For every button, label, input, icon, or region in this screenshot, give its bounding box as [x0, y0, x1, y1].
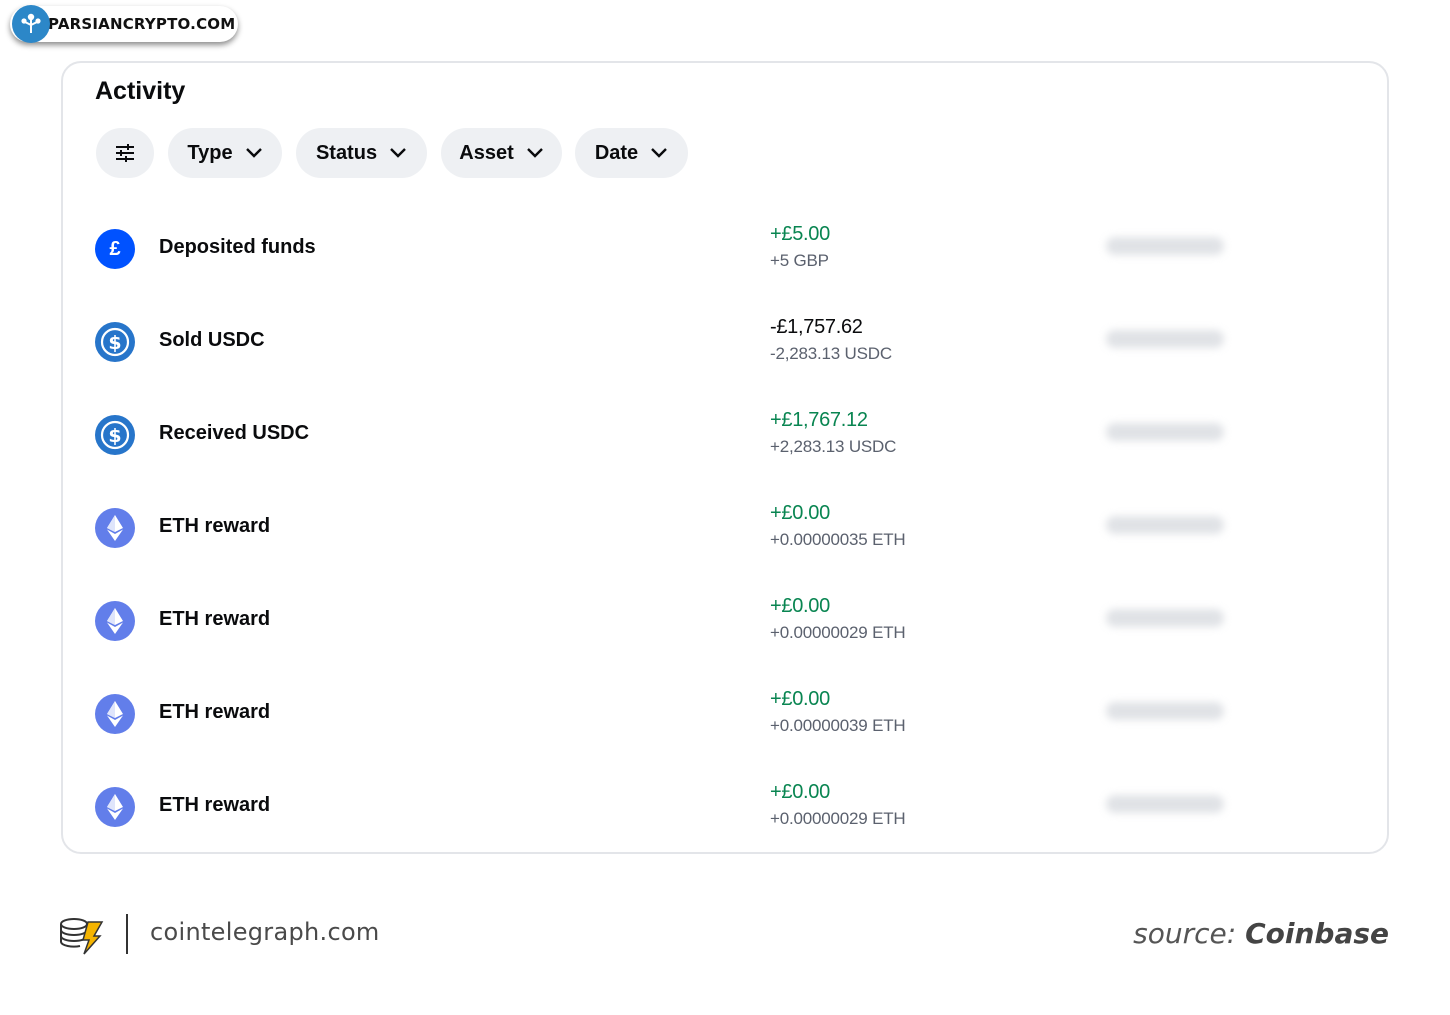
svg-text:$: $	[108, 425, 121, 447]
blurred-date	[1106, 423, 1224, 441]
chevron-down-icon	[651, 148, 668, 158]
activity-row-amount: +£0.00	[770, 781, 830, 803]
activity-row[interactable]: ETH reward +£0.00 +0.00000029 ETH	[63, 761, 1387, 854]
activity-row[interactable]: £ Deposited funds +£5.00 +5 GBP	[63, 203, 1387, 296]
filter-date-dropdown[interactable]: Date	[575, 128, 688, 178]
activity-row-amount: +£5.00	[770, 223, 830, 245]
activity-row-title: ETH reward	[159, 515, 271, 537]
activity-row-amount: -£1,757.62	[770, 316, 863, 338]
activity-row-amount: +£1,767.12	[770, 409, 868, 431]
activity-row-crypto-amount: +0.00000035 ETH	[770, 530, 906, 549]
filter-settings-button[interactable]	[96, 128, 154, 178]
activity-card: Activity Type Status Asset Date £ Deposi…	[61, 61, 1389, 854]
usdc-icon: $	[95, 322, 135, 362]
activity-row-amount: +£0.00	[770, 595, 830, 617]
svg-text:$: $	[108, 332, 121, 354]
cointelegraph-logo-icon	[60, 918, 104, 955]
activity-row-crypto-amount: +5 GBP	[770, 251, 829, 270]
filter-asset-label: Asset	[459, 141, 514, 164]
eth-icon	[95, 508, 135, 548]
activity-row-amount: +£0.00	[770, 688, 830, 710]
blurred-date	[1106, 702, 1224, 720]
filter-status-dropdown[interactable]: Status	[296, 128, 427, 178]
watermark-text: PARSIANCRYPTO.COM	[48, 15, 236, 33]
filter-type-label: Type	[187, 141, 233, 164]
filter-status-label: Status	[315, 141, 378, 164]
chevron-down-icon	[245, 148, 262, 158]
eth-icon	[95, 694, 135, 734]
activity-row-crypto-amount: +0.00000029 ETH	[770, 623, 906, 642]
activity-row-title: ETH reward	[159, 794, 271, 816]
activity-row-title: ETH reward	[159, 701, 271, 723]
filter-type-dropdown[interactable]: Type	[168, 128, 282, 178]
activity-row-crypto-amount: +0.00000039 ETH	[770, 716, 906, 735]
eth-icon	[95, 601, 135, 641]
filter-asset-dropdown[interactable]: Asset	[441, 128, 562, 178]
source-brand: Coinbase	[1245, 917, 1389, 950]
activity-row-title: Sold USDC	[159, 329, 265, 351]
eth-icon	[95, 787, 135, 827]
footer-divider	[126, 914, 128, 954]
gbp-icon: £	[95, 229, 135, 269]
activity-row[interactable]: ETH reward +£0.00 +0.00000035 ETH	[63, 482, 1387, 575]
activity-title: Activity	[95, 77, 186, 105]
footer-site-link[interactable]: cointelegraph.com	[150, 918, 380, 946]
activity-row[interactable]: $ Received USDC +£1,767.12 +2,283.13 USD…	[63, 389, 1387, 482]
activity-row[interactable]: ETH reward +£0.00 +0.00000029 ETH	[63, 575, 1387, 668]
sliders-icon	[116, 144, 134, 162]
activity-row[interactable]: $ Sold USDC -£1,757.62 -2,283.13 USDC	[63, 296, 1387, 389]
activity-row-crypto-amount: +0.00000029 ETH	[770, 809, 906, 828]
activity-row[interactable]: ETH reward +£0.00 +0.00000039 ETH	[63, 668, 1387, 761]
source-label: source:	[1133, 917, 1237, 950]
activity-row-amount: +£0.00	[770, 502, 830, 524]
blurred-date	[1106, 237, 1224, 255]
blurred-date	[1106, 516, 1224, 534]
filter-date-label: Date	[594, 141, 639, 164]
blurred-date	[1106, 795, 1224, 813]
usdc-icon: $	[95, 415, 135, 455]
watermark-badge: PARSIANCRYPTO.COM	[10, 5, 238, 43]
chevron-down-icon	[390, 148, 406, 158]
activity-row-crypto-amount: +2,283.13 USDC	[770, 437, 897, 456]
activity-row-crypto-amount: -2,283.13 USDC	[770, 344, 892, 363]
blurred-date	[1106, 609, 1224, 627]
tree-logo-icon	[12, 5, 50, 43]
chevron-down-icon	[526, 148, 543, 158]
activity-row-title: Received USDC	[159, 422, 310, 444]
blurred-date	[1106, 330, 1224, 348]
footer-source: source: Coinbase	[1133, 917, 1389, 950]
activity-row-title: Deposited funds	[159, 236, 316, 258]
activity-row-title: ETH reward	[159, 608, 271, 630]
